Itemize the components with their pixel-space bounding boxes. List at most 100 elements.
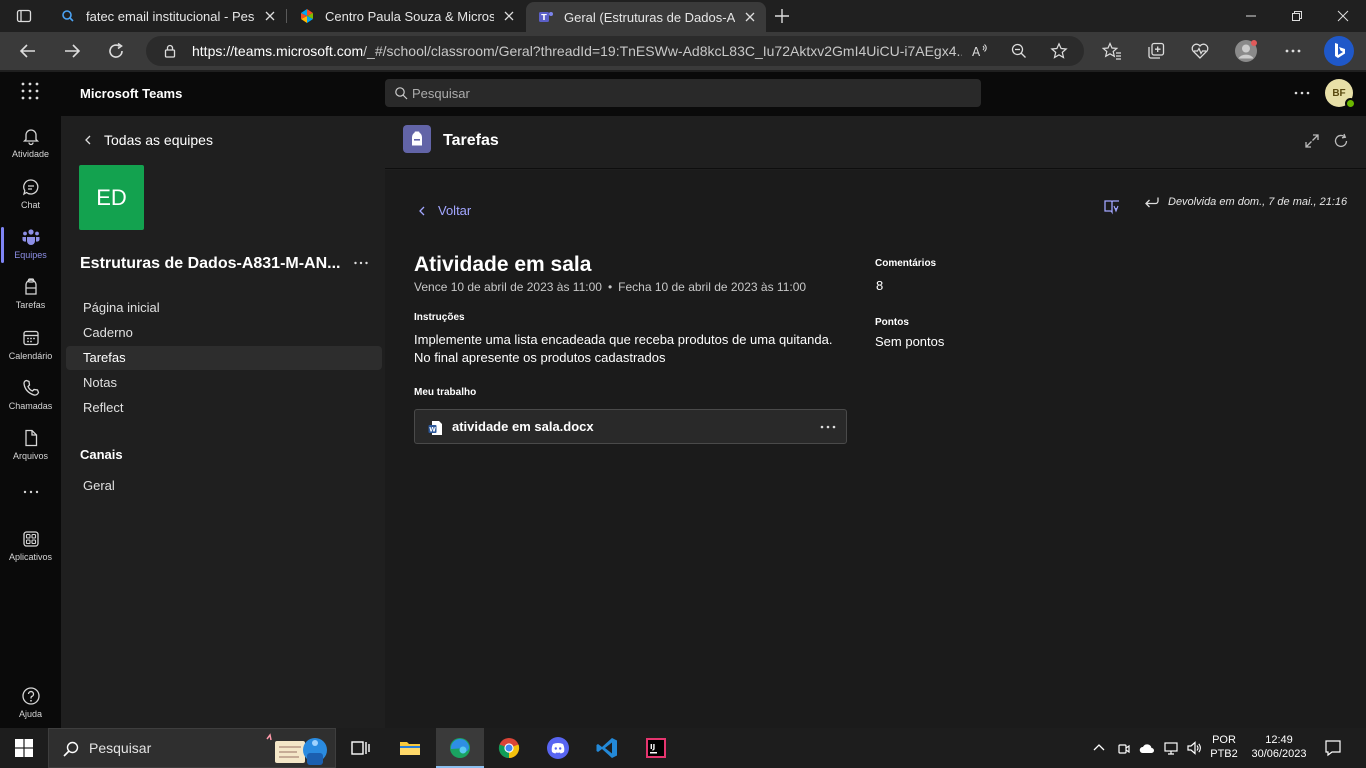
browser-toolbar: https://teams.microsoft.com/_#/school/cl… <box>0 32 1366 70</box>
browser-tab-cps[interactable]: Centro Paula Souza & Microsoft <box>287 0 525 32</box>
back-button[interactable]: Voltar <box>416 203 471 218</box>
more-options-icon[interactable] <box>353 254 369 272</box>
returned-text: Devolvida em dom., 7 de mai., 21:16 <box>1168 196 1348 208</box>
chrome-icon <box>498 738 520 759</box>
nav-item-assignments[interactable]: Tarefas <box>66 346 382 370</box>
volume-icon[interactable] <box>1186 740 1202 756</box>
nav-item-home[interactable]: Página inicial <box>66 296 382 320</box>
page-title: Tarefas <box>443 132 499 149</box>
rail-item-calls[interactable]: Chamadas <box>0 372 61 420</box>
channels-heading: Canais <box>80 447 123 462</box>
team-name: Estruturas de Dados-A831-M-AN... <box>80 255 341 272</box>
restore-button[interactable] <box>1274 0 1320 32</box>
app-launcher-icon[interactable] <box>21 82 39 100</box>
refresh-icon[interactable] <box>106 41 126 61</box>
rail-item-chat[interactable]: Chat <box>0 171 61 219</box>
all-teams-link[interactable]: Todas as equipes <box>82 132 213 148</box>
close-icon[interactable] <box>263 9 277 23</box>
nav-item-grades[interactable]: Notas <box>66 371 382 395</box>
windows-start-icon[interactable] <box>15 739 33 757</box>
favorites-icon[interactable] <box>1102 41 1122 61</box>
intellij-icon: IJ <box>646 738 666 758</box>
close-window-button[interactable] <box>1320 0 1366 32</box>
rail-item-help[interactable]: Ajuda <box>0 686 61 719</box>
task-view-button[interactable] <box>336 728 384 768</box>
taskbar-search-box[interactable]: Pesquisar <box>48 728 336 768</box>
network-icon[interactable] <box>1163 740 1179 756</box>
meet-now-icon[interactable] <box>1115 740 1131 756</box>
nav-item-reflect[interactable]: Reflect <box>66 396 382 420</box>
presence-available-badge <box>1345 98 1356 109</box>
chevron-up-icon[interactable] <box>1091 740 1107 756</box>
read-aloud-icon[interactable]: A <box>970 42 988 60</box>
rail-item-teams[interactable]: Equipes <box>0 221 61 269</box>
discord-icon <box>547 737 569 759</box>
browser-tab-strip: fatec email institucional - Pesquisar Ce… <box>0 0 1366 32</box>
rail-label: Atividade <box>11 149 50 159</box>
separator-dot: • <box>607 280 613 294</box>
lock-icon[interactable] <box>162 43 178 59</box>
rail-item-calendar[interactable]: Calendário <box>0 322 61 370</box>
rail-more-apps[interactable] <box>0 476 61 506</box>
collections-icon[interactable] <box>1146 41 1166 61</box>
rail-label: Chat <box>20 200 40 210</box>
taskbar-intellij[interactable]: IJ <box>632 728 680 768</box>
favorite-star-icon[interactable] <box>1050 42 1068 60</box>
attached-file-card[interactable]: W atividade em sala.docx <box>414 409 847 444</box>
rail-item-activity[interactable]: Atividade <box>0 120 61 168</box>
taskbar-discord[interactable] <box>534 728 582 768</box>
profile-icon[interactable] <box>1234 39 1258 63</box>
minimize-button[interactable] <box>1228 0 1274 32</box>
taskbar-vscode[interactable] <box>583 728 631 768</box>
refresh-icon[interactable] <box>1333 133 1349 149</box>
instructions-text: Implemente uma lista encadeada que receb… <box>414 332 833 365</box>
teams-logo-icon: T <box>539 12 553 22</box>
user-avatar[interactable]: BF <box>1325 79 1356 109</box>
clock[interactable]: 12:49 30/06/2023 <box>1244 733 1314 761</box>
return-arrow-icon <box>1145 197 1159 208</box>
browser-tab-teams[interactable]: T Geral (Estruturas de Dados-A831-M-AN <box>526 2 766 32</box>
bing-chat-button[interactable] <box>1324 36 1354 66</box>
assignment-dates: Vence 10 de abril de 2023 às 11:00 • Fecha… <box>414 280 806 294</box>
more-options-icon[interactable] <box>1293 84 1311 102</box>
teams-search-box[interactable] <box>385 79 981 107</box>
close-icon[interactable] <box>502 9 516 23</box>
rail-item-assignments[interactable]: Tarefas <box>0 271 61 319</box>
more-options-icon[interactable] <box>819 418 837 436</box>
new-tab-icon[interactable] <box>773 7 791 25</box>
windows-taskbar: Pesquisar IJ POR PTB2 12:49 30/06/2023 <box>0 728 1366 768</box>
input-language[interactable]: POR PTB2 <box>1208 733 1240 761</box>
lang-code: POR <box>1212 734 1236 746</box>
app-title: Microsoft Teams <box>80 86 183 101</box>
svg-text:T: T <box>541 13 547 22</box>
rail-label: Tarefas <box>15 300 46 310</box>
rail-item-files[interactable]: Arquivos <box>0 422 61 470</box>
zoom-out-icon[interactable] <box>1010 42 1028 60</box>
channel-item-general[interactable]: Geral <box>66 474 382 498</box>
close-icon[interactable] <box>743 10 757 24</box>
taskbar-file-explorer[interactable] <box>386 728 434 768</box>
url-path: /_#/school/classroom/Geral?threadId=19:T… <box>363 43 962 59</box>
expand-icon[interactable] <box>1304 133 1320 149</box>
phone-icon <box>22 379 39 396</box>
back-arrow-icon[interactable] <box>18 41 38 61</box>
forward-arrow-icon[interactable] <box>62 41 82 61</box>
notifications-icon[interactable] <box>1324 739 1342 757</box>
minimize-icon <box>1246 15 1256 17</box>
tab-actions-icon[interactable] <box>16 8 32 24</box>
chat-icon <box>22 179 38 196</box>
browser-tab-search[interactable]: fatec email institucional - Pesquisar <box>48 0 286 32</box>
immersive-reader-icon[interactable] <box>1103 197 1121 215</box>
onedrive-cloud-icon[interactable] <box>1139 740 1155 756</box>
taskbar-chrome[interactable] <box>485 728 533 768</box>
rail-label: Arquivos <box>12 451 48 461</box>
taskbar-edge[interactable] <box>436 728 484 768</box>
browser-essentials-icon[interactable] <box>1190 41 1210 61</box>
settings-more-icon[interactable] <box>1283 41 1303 61</box>
rail-item-apps[interactable]: Aplicativos <box>0 523 61 571</box>
search-input[interactable] <box>412 79 912 107</box>
nav-item-notebook[interactable]: Caderno <box>66 321 382 345</box>
my-work-label: Meu trabalho <box>414 387 477 398</box>
address-bar[interactable]: https://teams.microsoft.com/_#/school/cl… <box>146 36 1084 66</box>
svg-text:W: W <box>429 427 436 434</box>
